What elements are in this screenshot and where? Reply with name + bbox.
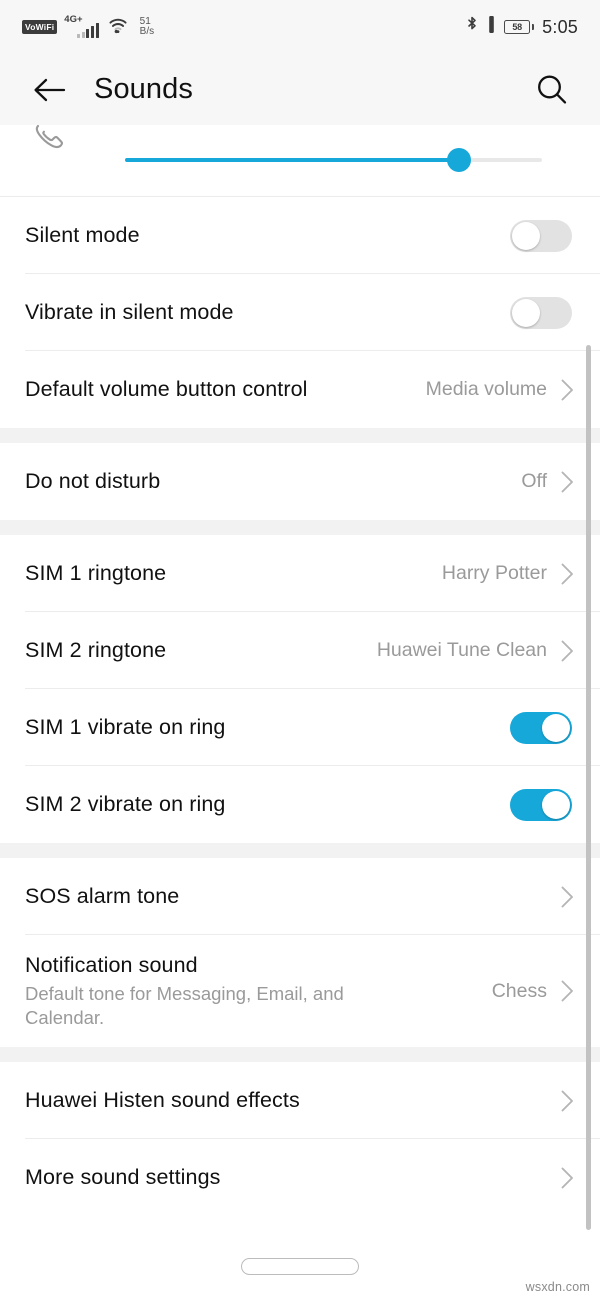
slider-thumb[interactable] — [446, 148, 471, 172]
row-sim-2-vibrate-on-ring[interactable]: SIM 2 vibrate on ring — [0, 766, 600, 843]
toggle-silent-mode[interactable] — [510, 219, 572, 252]
battery-percent-label: 58 — [504, 20, 531, 34]
row-label-wrap: Huawei Histen sound effects — [25, 1087, 561, 1114]
row-label: SIM 2 vibrate on ring — [25, 792, 226, 817]
row-label-wrap: SIM 2 ringtone — [25, 637, 377, 664]
row-label-wrap: SIM 1 ringtone — [25, 560, 442, 587]
row-default-volume-button-control[interactable]: Default volume button control Media volum… — [0, 351, 600, 428]
row-label: Default volume button control — [25, 377, 308, 402]
toggle-vibrate-in-silent-mode[interactable] — [510, 296, 572, 329]
settings-list[interactable]: Silent mode Vibrate in silent mode Default… — [0, 125, 600, 1240]
section-separator — [0, 843, 600, 858]
signal-bars-graphic — [77, 23, 99, 38]
chevron-right-icon — [561, 471, 573, 492]
row-vibrate-in-silent-mode[interactable]: Vibrate in silent mode — [0, 274, 600, 351]
chevron-right-icon — [561, 379, 573, 400]
navigation-bar — [0, 1240, 600, 1300]
back-arrow-icon — [34, 78, 66, 101]
back-button[interactable] — [28, 69, 70, 111]
scrollbar[interactable] — [586, 345, 591, 1230]
row-value: Harry Potter — [441, 562, 547, 584]
row-sim-2-ringtone[interactable]: SIM 2 ringtone Huawei Tune Clean — [0, 612, 600, 689]
row-label-wrap: Default volume button control — [25, 376, 426, 403]
row-label: SIM 2 ringtone — [25, 638, 167, 663]
slider-fill — [125, 158, 459, 162]
row-label: Do not disturb — [25, 469, 161, 494]
row-label-wrap: Vibrate in silent mode — [25, 299, 510, 326]
row-label-wrap: More sound settings — [25, 1164, 561, 1191]
page-title: Sounds — [94, 73, 193, 105]
row-sublabel: Default tone for Messaging, Email, and C… — [25, 983, 344, 1029]
chevron-right-icon — [561, 640, 573, 661]
row-sim-1-ringtone[interactable]: SIM 1 ringtone Harry Potter — [0, 535, 600, 612]
row-silent-mode[interactable]: Silent mode — [0, 197, 600, 274]
row-more-sound-settings[interactable]: More sound settings — [0, 1139, 600, 1216]
chevron-right-icon — [561, 1090, 573, 1111]
row-sos-alarm-tone[interactable]: SOS alarm tone — [0, 858, 600, 935]
wifi-icon — [106, 15, 130, 40]
row-label: Huawei Histen sound effects — [25, 1088, 300, 1113]
network-type-label: 4G+ — [64, 14, 83, 25]
toggle-knob — [542, 713, 570, 742]
row-label: Notification sound — [25, 952, 198, 977]
status-bar-left: VoWiFi 4G+ 51 B/s — [22, 15, 154, 40]
toggle-sim-2-vibrate-on-ring[interactable] — [510, 788, 572, 821]
ringtone-volume-row — [0, 125, 600, 196]
status-bar-right: 58 5:05 — [465, 15, 578, 40]
row-label: Silent mode — [25, 223, 140, 248]
settings-rows-container: Silent mode Vibrate in silent mode Default… — [0, 197, 600, 1216]
toggle-knob — [512, 221, 540, 250]
home-gesture-pill[interactable] — [241, 1258, 359, 1275]
row-label: Vibrate in silent mode — [25, 300, 234, 325]
row-value: Huawei Tune Clean — [376, 639, 547, 661]
row-label: SIM 1 vibrate on ring — [25, 715, 226, 740]
row-label: SIM 1 ringtone — [25, 561, 167, 586]
row-label: More sound settings — [25, 1165, 221, 1190]
row-label-wrap: Do not disturb — [25, 468, 521, 495]
data-rate-indicator: 51 B/s — [139, 16, 155, 38]
ringtone-volume-slider[interactable] — [125, 148, 542, 172]
row-sim-1-vibrate-on-ring[interactable]: SIM 1 vibrate on ring — [0, 689, 600, 766]
row-huawei-histen-sound-effects[interactable]: Huawei Histen sound effects — [0, 1062, 600, 1139]
toggle-knob — [542, 790, 570, 819]
watermark: wsxdn.com — [525, 1280, 590, 1294]
bluetooth-icon — [465, 15, 479, 40]
row-label: SOS alarm tone — [25, 884, 180, 909]
row-value: Off — [521, 470, 547, 492]
row-notification-sound[interactable]: Notification sound Default tone for Messa… — [0, 935, 600, 1047]
toggle-sim-1-vibrate-on-ring[interactable] — [510, 711, 572, 744]
vowifi-icon: VoWiFi — [22, 20, 58, 34]
data-rate-unit: B/s — [139, 26, 155, 37]
toggle-knob — [512, 298, 540, 327]
battery-icon: 58 — [504, 20, 535, 34]
search-icon — [538, 75, 567, 104]
chevron-right-icon — [561, 980, 573, 1002]
row-label-wrap: SIM 1 vibrate on ring — [25, 714, 510, 741]
phone-screen: VoWiFi 4G+ 51 B/s 58 5:05 Sounds Silent … — [0, 0, 600, 1300]
row-value: Media volume — [425, 378, 547, 400]
row-value: Chess — [491, 979, 547, 1002]
status-bar: VoWiFi 4G+ 51 B/s 58 5:05 — [0, 0, 600, 54]
row-label-wrap: SIM 2 vibrate on ring — [25, 791, 510, 818]
section-separator — [0, 1047, 600, 1062]
app-header: Sounds — [0, 54, 600, 125]
row-label-wrap: Notification sound Default tone for Messa… — [25, 952, 492, 1031]
row-do-not-disturb[interactable]: Do not disturb Off — [0, 443, 600, 520]
search-button[interactable] — [530, 68, 574, 112]
clock-label: 5:05 — [542, 16, 578, 37]
battery-cap — [531, 24, 535, 30]
phone-call-icon — [28, 125, 72, 160]
chevron-right-icon — [561, 1167, 573, 1188]
chevron-right-icon — [561, 886, 573, 907]
chevron-right-icon — [561, 563, 573, 584]
section-separator — [0, 520, 600, 535]
row-label-wrap: Silent mode — [25, 222, 510, 249]
section-separator — [0, 428, 600, 443]
row-label-wrap: SOS alarm tone — [25, 883, 561, 910]
vibrate-icon — [487, 15, 496, 39]
signal-bars-icon: 4G+ — [64, 14, 99, 38]
